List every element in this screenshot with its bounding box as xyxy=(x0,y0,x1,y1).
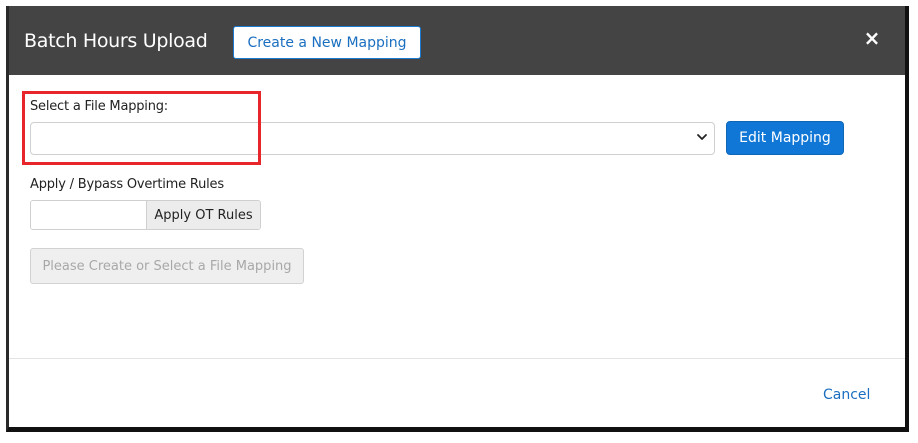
close-icon[interactable]: × xyxy=(861,26,883,50)
chevron-down-icon xyxy=(697,134,707,140)
dialog-header: Batch Hours Upload Create a New Mapping … xyxy=(9,6,905,75)
batch-hours-upload-dialog: Batch Hours Upload Create a New Mapping … xyxy=(6,6,909,432)
apply-ot-rules-button[interactable]: Apply OT Rules xyxy=(146,201,260,229)
footer-divider xyxy=(9,358,905,359)
upload-button-disabled: Please Create or Select a File Mapping xyxy=(30,248,304,284)
cancel-button[interactable]: Cancel xyxy=(823,387,870,403)
overtime-rules-label: Apply / Bypass Overtime Rules xyxy=(30,177,224,192)
overtime-rules-group: Apply OT Rules xyxy=(30,200,261,230)
highlight-box xyxy=(22,91,261,165)
dialog-title: Batch Hours Upload xyxy=(24,30,208,52)
edit-mapping-button[interactable]: Edit Mapping xyxy=(726,121,844,155)
overtime-rules-input[interactable] xyxy=(31,201,146,229)
create-new-mapping-button[interactable]: Create a New Mapping xyxy=(233,26,421,59)
